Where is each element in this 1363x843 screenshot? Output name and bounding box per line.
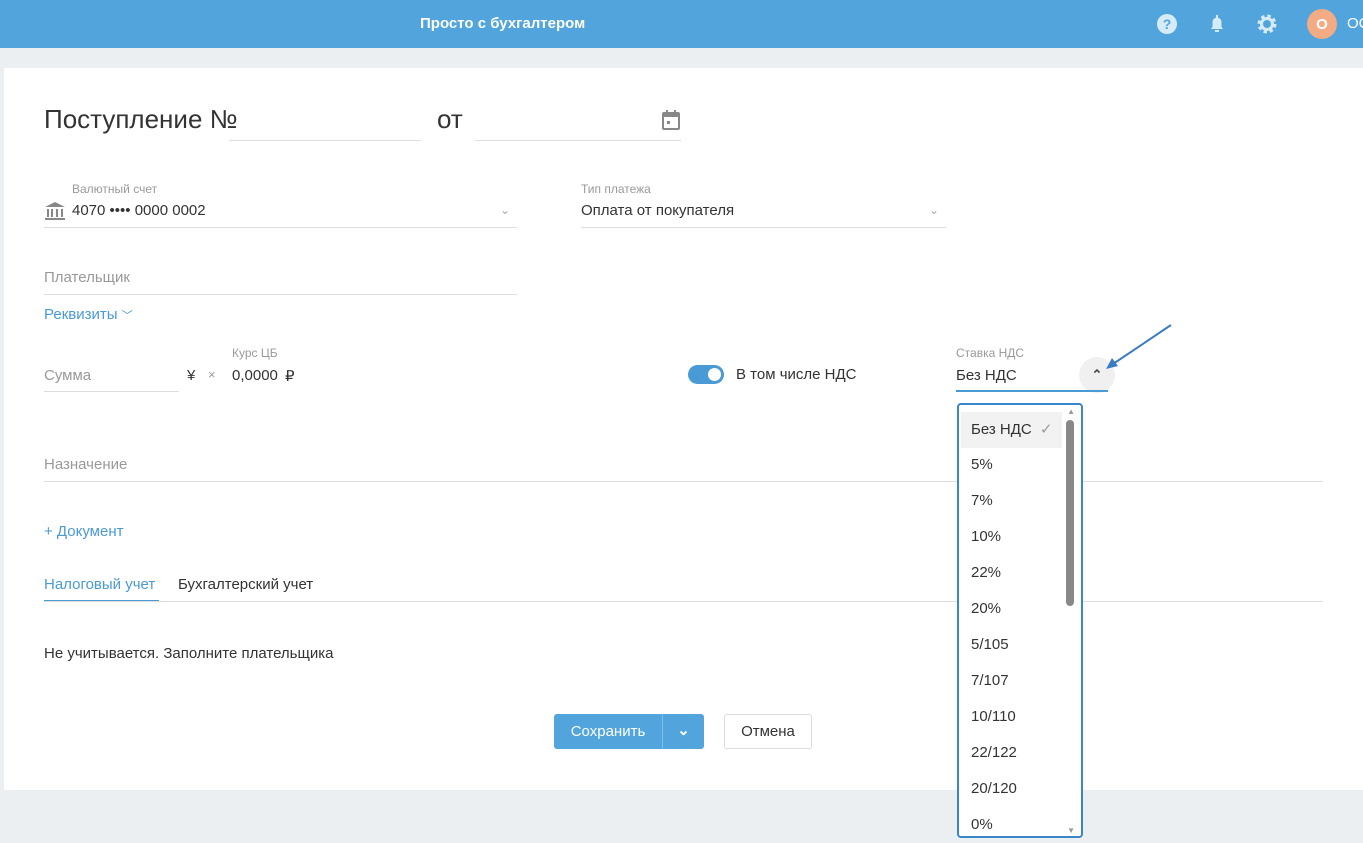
tab-tax[interactable]: Налоговый учет <box>44 576 155 593</box>
vat-toggle[interactable] <box>688 365 724 384</box>
annotation-arrow <box>1106 324 1172 369</box>
page-title: Поступление № <box>44 104 238 134</box>
vat-option[interactable]: 0% <box>971 816 993 833</box>
tab-accounting[interactable]: Бухгалтерский учет <box>178 576 313 593</box>
help-icon[interactable]: ? <box>1156 13 1178 35</box>
vat-option[interactable]: 10/110 <box>971 708 1016 725</box>
user-name[interactable]: OC <box>1347 15 1363 32</box>
avatar[interactable]: O <box>1307 9 1337 39</box>
amount-input[interactable]: Сумма <box>44 367 91 384</box>
vat-option-label: 0% <box>971 816 993 833</box>
rate-value: 0,0000 <box>232 367 278 384</box>
vat-option[interactable]: 22/122 <box>971 744 1017 761</box>
save-button[interactable]: Сохранить <box>554 714 662 749</box>
app-title: Просто с бухгалтером <box>420 15 586 32</box>
vat-option[interactable]: Без НДС ✓ <box>971 420 1052 438</box>
vat-option-label: Без НДС <box>971 421 1032 438</box>
save-button-group: Сохранить ⌄ <box>554 714 704 749</box>
cancel-button[interactable]: Отмена <box>724 714 812 749</box>
vat-option[interactable]: 20/120 <box>971 780 1017 797</box>
vat-rate-dropdown: Без НДС ✓ 5% 7% 10% 22% 20% 5/105 7/107 10/110 22… <box>957 403 1083 838</box>
bank-icon <box>45 202 65 225</box>
bell-icon[interactable] <box>1206 13 1228 35</box>
vat-option[interactable]: 5/105 <box>971 636 1009 653</box>
scrollbar-thumb[interactable] <box>1066 420 1074 606</box>
svg-text:?: ? <box>1163 16 1172 32</box>
date-label: от <box>437 104 463 134</box>
scroll-up-icon[interactable]: ▲ <box>1067 407 1075 416</box>
top-bar: Просто с бухгалтером ? O OC <box>0 0 1363 48</box>
vat-rate-value[interactable]: Без НДС <box>956 367 1017 384</box>
add-document-link[interactable]: + Документ <box>44 523 123 540</box>
vat-option[interactable]: 22% <box>971 564 1001 581</box>
payment-type-value[interactable]: Оплата от покупателя <box>581 202 734 219</box>
multiply-sign: × <box>208 367 216 382</box>
chevron-down-icon[interactable]: ⌄ <box>929 203 939 217</box>
payer-input[interactable]: Плательщик <box>44 269 130 286</box>
vat-toggle-label: В том числе НДС <box>736 366 857 383</box>
rate-currency: ₽ <box>285 368 295 385</box>
vat-option[interactable]: 7/107 <box>971 672 1009 689</box>
vat-option[interactable]: 20% <box>971 600 1001 617</box>
save-options-chevron-icon[interactable]: ⌄ <box>663 714 704 749</box>
vat-option-label: 10% <box>971 528 1002 545</box>
requisites-label: Реквизиты <box>44 306 118 323</box>
rate-label: Курс ЦБ <box>232 346 278 360</box>
vat-option-label: 10/110 <box>971 708 1016 725</box>
purpose-input[interactable]: Назначение <box>44 456 127 473</box>
chevron-down-icon[interactable]: ⌄ <box>500 203 510 217</box>
number-input[interactable] <box>229 100 421 141</box>
vat-option-label: 22/122 <box>971 744 1017 761</box>
scroll-down-icon[interactable]: ▼ <box>1067 826 1075 835</box>
currency-symbol: ¥ <box>187 367 196 384</box>
date-input[interactable] <box>475 100 681 141</box>
tab-message: Не учитывается. Заполните плательщика <box>44 645 334 662</box>
gear-icon[interactable] <box>1256 13 1278 35</box>
account-value[interactable]: 4070 •••• 0000 0002 <box>72 202 206 219</box>
check-icon: ✓ <box>1035 421 1053 438</box>
vat-option-label: 20/120 <box>971 780 1017 797</box>
calendar-icon[interactable] <box>662 110 680 135</box>
requisites-link[interactable]: Реквизиты ﹀ <box>44 306 133 323</box>
vat-option-label: 5% <box>971 456 993 473</box>
chevron-down-icon: ﹀ <box>121 310 133 322</box>
vat-option-label: 7% <box>971 492 993 509</box>
vat-option-label: 7/107 <box>971 672 1009 689</box>
vat-rate-label: Ставка НДС <box>956 346 1025 360</box>
vat-option-label: 22% <box>971 564 1002 581</box>
vat-option-label: 20% <box>971 600 1002 617</box>
vat-option[interactable]: 10% <box>971 528 1001 545</box>
payment-form <box>4 68 1363 790</box>
vat-option-label: 5/105 <box>971 636 1009 653</box>
account-label: Валютный счет <box>72 182 158 196</box>
vat-option[interactable]: 7% <box>971 492 993 509</box>
payment-type-label: Тип платежа <box>581 182 651 196</box>
vat-option[interactable]: 5% <box>971 456 993 473</box>
